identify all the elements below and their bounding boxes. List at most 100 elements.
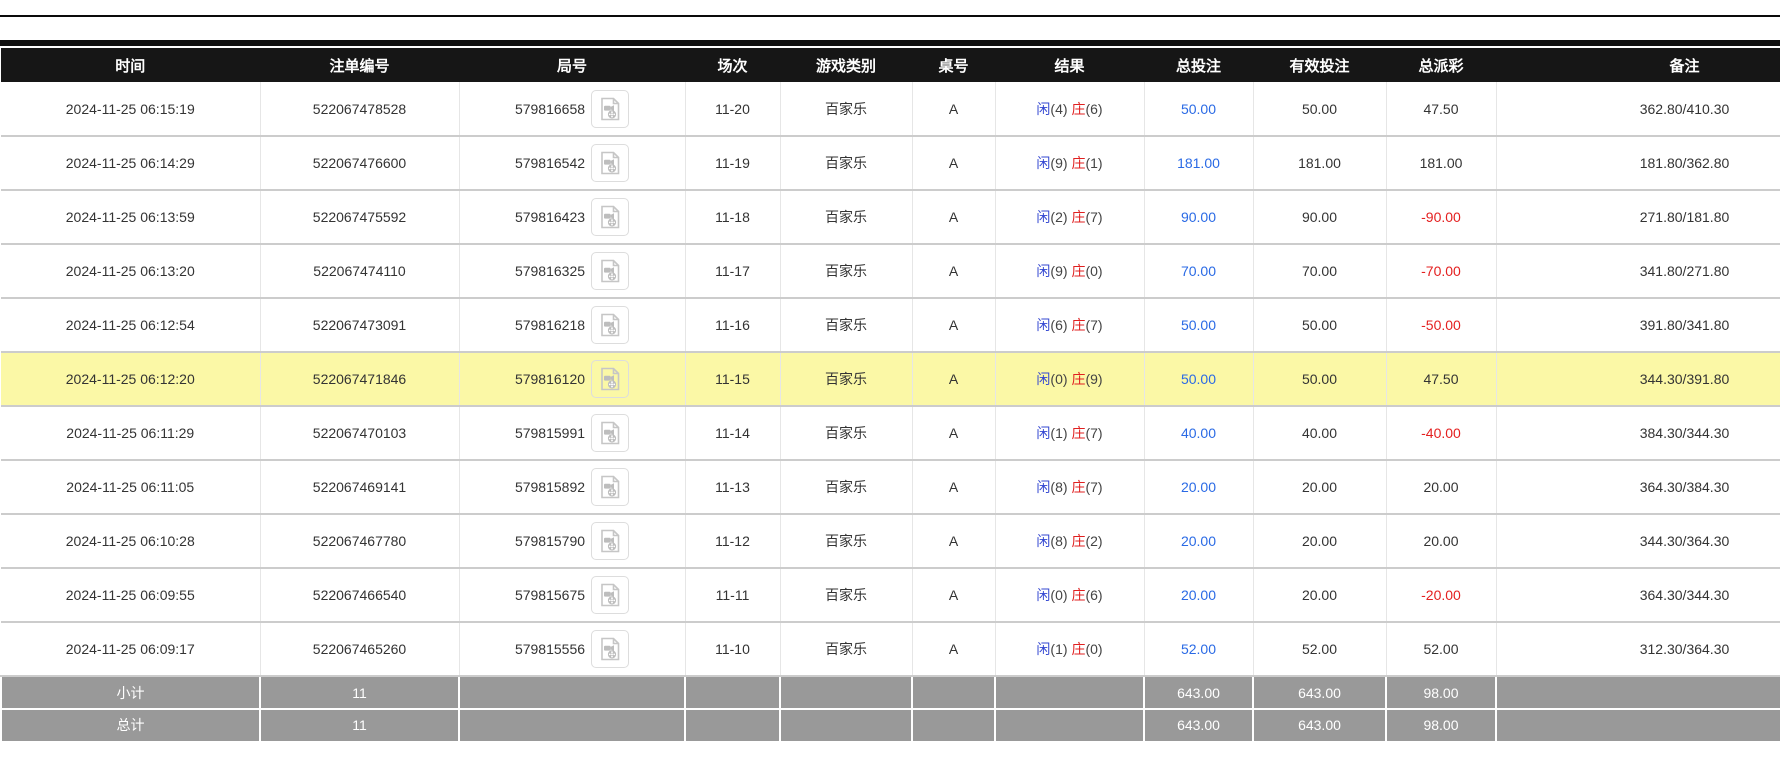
subtotal-label: 小计 [1,676,260,709]
col-header-total-payout: 总派彩 [1386,48,1496,82]
cell-total-payout: 20.00 [1386,514,1496,568]
cell-valid-bet: 40.00 [1253,406,1386,460]
cell-bet-id: 522067478528 [260,82,459,136]
table-row[interactable]: 2024-11-25 06:10:28 522067467780 5798157… [1,514,1780,568]
cell-remark: 344.30/364.30 [1496,514,1780,568]
cell-total-payout: -70.00 [1386,244,1496,298]
player-score: (8) [1050,479,1067,495]
cell-total-bet[interactable]: 40.00 [1144,406,1253,460]
table-row[interactable]: 2024-11-25 06:11:05 522067469141 5798158… [1,460,1780,514]
player-label: 闲 [1036,479,1050,495]
cell-total-bet[interactable]: 50.00 [1144,298,1253,352]
table-row[interactable]: 2024-11-25 06:14:29 522067476600 5798165… [1,136,1780,190]
cell-round-id: 579815675 [459,568,685,622]
cell-game-type: 百家乐 [780,82,912,136]
round-id-text: 579815790 [515,533,585,549]
player-label: 闲 [1036,263,1050,279]
top-divider [0,15,1780,17]
cell-session: 11-16 [685,298,780,352]
cell-total-bet[interactable]: 20.00 [1144,568,1253,622]
cell-round-id: 579816218 [459,298,685,352]
video-replay-button[interactable] [591,198,629,236]
cell-result: 闲(1) 庄(7) [995,406,1144,460]
video-film-icon [597,258,623,284]
cell-total-bet[interactable]: 90.00 [1144,190,1253,244]
cell-round-id: 579816542 [459,136,685,190]
video-replay-button[interactable] [591,144,629,182]
video-replay-button[interactable] [591,90,629,128]
banker-score: (7) [1085,479,1102,495]
cell-total-payout: 47.50 [1386,352,1496,406]
grand-total-empty-cell [912,709,995,742]
cell-session: 11-20 [685,82,780,136]
cell-total-payout: -20.00 [1386,568,1496,622]
cell-total-bet[interactable]: 181.00 [1144,136,1253,190]
cell-game-type: 百家乐 [780,136,912,190]
subtotal-empty-cell [1496,676,1780,709]
table-row-highlighted[interactable]: 2024-11-25 06:12:20 522067471846 5798161… [1,352,1780,406]
table-row[interactable]: 2024-11-25 06:09:55 522067466540 5798156… [1,568,1780,622]
cell-round-id: 579815892 [459,460,685,514]
cell-time: 2024-11-25 06:12:20 [1,352,260,406]
col-header-bet-id: 注单编号 [260,48,459,82]
cell-total-bet[interactable]: 52.00 [1144,622,1253,676]
video-replay-button[interactable] [591,468,629,506]
banker-label: 庄 [1071,155,1085,171]
subtotal-row: 小计 11 643.00 643.00 98.00 [1,676,1780,709]
cell-result: 闲(2) 庄(7) [995,190,1144,244]
cell-game-type: 百家乐 [780,514,912,568]
video-replay-button[interactable] [591,252,629,290]
cell-remark: 344.30/391.80 [1496,352,1780,406]
cell-total-bet[interactable]: 50.00 [1144,352,1253,406]
cell-total-bet[interactable]: 20.00 [1144,514,1253,568]
cell-total-payout: 181.00 [1386,136,1496,190]
banker-label: 庄 [1071,209,1085,225]
banker-label: 庄 [1071,479,1085,495]
cell-total-payout: -50.00 [1386,298,1496,352]
player-score: (0) [1050,371,1067,387]
table-row[interactable]: 2024-11-25 06:12:54 522067473091 5798162… [1,298,1780,352]
table-row[interactable]: 2024-11-25 06:15:19 522067478528 5798166… [1,82,1780,136]
cell-game-type: 百家乐 [780,460,912,514]
subtotal-empty-cell [780,676,912,709]
col-header-result: 结果 [995,48,1144,82]
round-id-text: 579816218 [515,317,585,333]
subtotal-empty-cell [912,676,995,709]
video-film-icon [597,150,623,176]
banker-label: 庄 [1071,533,1085,549]
cell-total-payout: 20.00 [1386,460,1496,514]
table-row[interactable]: 2024-11-25 06:11:29 522067470103 5798159… [1,406,1780,460]
video-replay-button[interactable] [591,414,629,452]
round-id-text: 579816423 [515,209,585,225]
cell-total-bet[interactable]: 20.00 [1144,460,1253,514]
video-replay-button[interactable] [591,576,629,614]
table-row[interactable]: 2024-11-25 06:09:17 522067465260 5798155… [1,622,1780,676]
player-score: (4) [1050,101,1067,117]
grand-total-empty-cell [995,709,1144,742]
cell-table-no: A [912,514,995,568]
player-label: 闲 [1036,425,1050,441]
banker-label: 庄 [1071,263,1085,279]
cell-game-type: 百家乐 [780,568,912,622]
cell-valid-bet: 70.00 [1253,244,1386,298]
video-replay-button[interactable] [591,360,629,398]
cell-remark: 312.30/364.30 [1496,622,1780,676]
banker-score: (0) [1085,263,1102,279]
cell-result: 闲(8) 庄(2) [995,514,1144,568]
player-score: (2) [1050,209,1067,225]
cell-round-id: 579815790 [459,514,685,568]
banker-score: (7) [1085,317,1102,333]
table-row[interactable]: 2024-11-25 06:13:59 522067475592 5798164… [1,190,1780,244]
table-body: 2024-11-25 06:15:19 522067478528 5798166… [1,82,1780,676]
cell-bet-id: 522067475592 [260,190,459,244]
table-row[interactable]: 2024-11-25 06:13:20 522067474110 5798163… [1,244,1780,298]
cell-table-no: A [912,136,995,190]
video-film-icon [597,636,623,662]
video-replay-button[interactable] [591,630,629,668]
col-header-valid-bet: 有效投注 [1253,48,1386,82]
video-replay-button[interactable] [591,306,629,344]
video-replay-button[interactable] [591,522,629,560]
cell-total-bet[interactable]: 50.00 [1144,82,1253,136]
cell-result: 闲(1) 庄(0) [995,622,1144,676]
cell-total-bet[interactable]: 70.00 [1144,244,1253,298]
